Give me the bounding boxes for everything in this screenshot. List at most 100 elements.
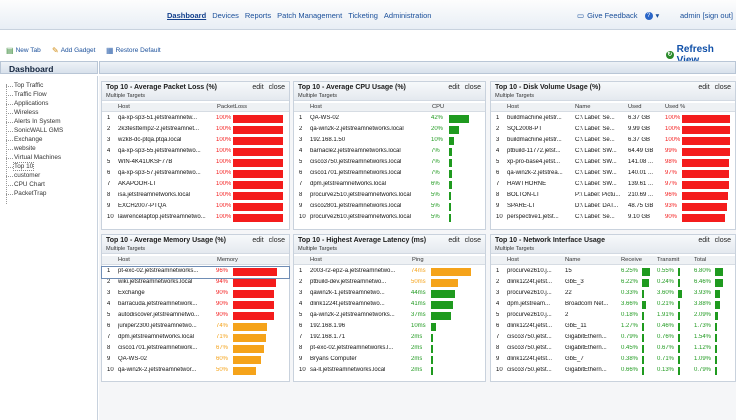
table-row[interactable]: 2 qa-win2k-2.jetstreamnetworks.local 20%	[294, 125, 485, 136]
table-row[interactable]: 3 Exchange 90%	[102, 289, 289, 300]
col-name[interactable]: Name	[575, 104, 590, 110]
table-row[interactable]: 7 dpm.jetstreamnetworks.local 71%	[102, 333, 289, 344]
close-link[interactable]: close	[465, 84, 481, 91]
tree-item-applications[interactable]: Applications	[5, 100, 48, 107]
restore-default-button[interactable]: ▦ Restore Default	[106, 46, 161, 55]
table-row[interactable]: 9 dlink1224t.jetst... GbE_7 0.38% 0.71% 1.09%	[491, 355, 735, 366]
table-row[interactable]: 2 ptbuild-dev.jetstreamnetwo... 50ms	[294, 278, 485, 289]
tree-item-alerts[interactable]: Alerts In System	[6, 118, 61, 125]
table-row[interactable]: 5 qa-win2k-2.jetstreamnetworks... 37ms	[294, 311, 485, 322]
col-host[interactable]: Host	[118, 257, 130, 263]
table-row[interactable]: 2 dlink1224t.jetst... GbE_3 6.22% 0.24% 6.46%	[491, 278, 735, 289]
col-total[interactable]: Total	[694, 257, 706, 263]
col-transmit[interactable]: Transmit	[657, 257, 679, 263]
col-ping[interactable]: Ping	[412, 257, 424, 263]
close-link[interactable]: close	[269, 84, 285, 91]
nav-patch-management[interactable]: Patch Management	[277, 11, 342, 20]
table-row[interactable]: 10 procurve2610.jetstreamnetworks.local 5%	[294, 213, 485, 224]
table-row[interactable]: 7 AKAPOOR-LT 100%	[102, 180, 289, 191]
table-row[interactable]: 1 pt-exc-02.jetstreamnetworks... 96%	[101, 266, 290, 279]
edit-link[interactable]: edit	[252, 84, 263, 91]
table-row[interactable]: 6 juniper2300.jetstreamnetwo... 74%	[102, 322, 289, 333]
table-row[interactable]: 3 192.168.1.50 10%	[294, 136, 485, 147]
table-row[interactable]: 4 ptbuild-11772.jetst... C:\ Label: SW... 6…	[491, 147, 735, 158]
table-row[interactable]: 6 dlink1224t.jetst... GbE_11 1.27% 0.46% 1.73…	[491, 322, 735, 333]
table-row[interactable]: 5 xp-pro-base4.jetst... C:\ Label: SW... 14…	[491, 158, 735, 169]
edit-link[interactable]: edit	[448, 84, 459, 91]
tree-item-website[interactable]: website	[6, 145, 36, 152]
table-row[interactable]: 8 procurve2510.jetstreamnetworks.local 5%	[294, 191, 485, 202]
table-row[interactable]: 3 buildmachine.jetstr... C:\ Label: Se... 6…	[491, 136, 735, 147]
nav-dashboard[interactable]: Dashboard	[167, 11, 206, 20]
table-row[interactable]: 7 192.168.1.71 2ms	[294, 333, 485, 344]
table-row[interactable]: 7 cisco3750.jetst... GigabitEthern... 0.79%…	[491, 333, 735, 344]
tree-item-sonicwall[interactable]: SonicWALL GMS	[5, 127, 63, 134]
col-used[interactable]: Used	[628, 104, 642, 110]
table-row[interactable]: 10 cisco3750.jetst... GigabitEthern... 0.66…	[491, 366, 735, 377]
nav-reports[interactable]: Reports	[245, 11, 271, 20]
tree-item-traffic-flow[interactable]: Traffic Flow	[6, 91, 47, 98]
col-host[interactable]: Host	[507, 257, 519, 263]
table-row[interactable]: 6 192.168.1.96 10ms	[294, 322, 485, 333]
close-link[interactable]: close	[269, 237, 285, 244]
col-memory[interactable]: Memory	[217, 257, 238, 263]
tree-item-cpu-chart[interactable]: CPU Chart	[6, 181, 45, 188]
tree-item-exchange[interactable]: Exchange	[5, 136, 42, 143]
table-row[interactable]: 3 procurve2610.j... 22 0.33% 3.60% 3.93%	[491, 289, 735, 300]
table-row[interactable]: 5 autodiscover.jetstreamnetwo... 90%	[102, 311, 289, 322]
table-row[interactable]: 1 buildmachine.jetstr... C:\ Label: Se... 6…	[491, 114, 735, 125]
table-row[interactable]: 5 procurve2610.j... 2 0.18% 1.91% 2.09%	[491, 311, 735, 322]
table-row[interactable]: 5 cisco3750.jetstreamnetworks.local 7%	[294, 158, 485, 169]
table-row[interactable]: 3 qawin2k-1.jetstreamnetwo... 44ms	[294, 289, 485, 300]
col-used-pct[interactable]: Used %	[665, 104, 685, 110]
tree-item-wireless[interactable]: Wireless	[6, 109, 39, 116]
table-row[interactable]: 9 Bryans Computer 2ms	[294, 355, 485, 366]
table-row[interactable]: 10 qa-win2k-2.jetstreamnetwor... 50%	[102, 366, 289, 377]
table-row[interactable]: 1 QA-WS-02 42%	[294, 114, 485, 125]
close-link[interactable]: close	[465, 237, 481, 244]
table-row[interactable]: 7 dpm.jetstreamnetworks.local 6%	[294, 180, 485, 191]
table-row[interactable]: 9 QA-WS-02 60%	[102, 355, 289, 366]
table-row[interactable]: 4 qa-xp-sp3-55.jetstreamnetwo... 100%	[102, 147, 289, 158]
close-link[interactable]: close	[715, 84, 731, 91]
col-host[interactable]: Host	[118, 104, 130, 110]
add-gadget-button[interactable]: ✎ Add Gadget	[52, 46, 95, 55]
table-row[interactable]: 6 qa-win2k-2.jetstrea... C:\ Label: SW... 1…	[491, 169, 735, 180]
table-row[interactable]: 3 w2k8-dc-ptqa.ptqa.local 100%	[102, 136, 289, 147]
table-row[interactable]: 8 isa.jetstreamnetworks.local 100%	[102, 191, 289, 202]
table-row[interactable]: 1 qa-xp-sp3-51.jetstreamnetw... 100%	[102, 114, 289, 125]
table-row[interactable]: 8 pt-exc-02.jetstreamnetworks.l... 2ms	[294, 344, 485, 355]
user-signout-link[interactable]: admin [sign out]	[680, 11, 733, 20]
tree-item-top10[interactable]: Top 10	[5, 162, 35, 171]
table-row[interactable]: 8 cisco1701.jetstreamnetwork... 67%	[102, 344, 289, 355]
table-row[interactable]: 9 EXCH2007-PTQA 100%	[102, 202, 289, 213]
table-row[interactable]: 10 sa-ll.jetstreamnetworks.local 2ms	[294, 366, 485, 377]
table-row[interactable]: 10 lawrencelaptop.jetstreamnetwo... 100%	[102, 213, 289, 224]
col-packetloss[interactable]: PacketLoss	[217, 104, 247, 110]
nav-ticketing[interactable]: Ticketing	[348, 11, 378, 20]
col-host[interactable]: Host	[507, 104, 519, 110]
table-row[interactable]: 6 qa-xp-sp3-57.jetstreamnetwo... 100%	[102, 169, 289, 180]
table-row[interactable]: 10 perspective1.jetst... C:\ Label: Se... 9…	[491, 213, 735, 224]
tree-item-virtual-machines[interactable]: Virtual Machines	[5, 154, 61, 161]
table-row[interactable]: 8 BOLTON-LT P:\ Label: Pictu... 210.69 ... 9…	[491, 191, 735, 202]
table-row[interactable]: 6 cisco1701.jetstreamnetworks.local 7%	[294, 169, 485, 180]
table-row[interactable]: 1 procurve2610.j... 15 6.25% 0.55% 6.80%	[491, 267, 735, 278]
edit-link[interactable]: edit	[448, 237, 459, 244]
table-row[interactable]: 4 dpm.jetstream... Broadcom Net... 3.66% 0.2…	[491, 300, 735, 311]
table-row[interactable]: 4 barnacle2.jetstreamnetworks.local 7%	[294, 147, 485, 158]
table-row[interactable]: 2 2k3testtemp2-2.jetstreamnet... 100%	[102, 125, 289, 136]
table-row[interactable]: 1 2003-r2-ep2-a.jetstreamnetwo... 74ms	[294, 267, 485, 278]
close-link[interactable]: close	[715, 237, 731, 244]
table-row[interactable]: 9 SPARE-LT D:\ Label: DAT... 48.75 GB 93%	[491, 202, 735, 213]
edit-link[interactable]: edit	[698, 237, 709, 244]
table-row[interactable]: 9 cisco2801.jetstreamnetworks.local 5%	[294, 202, 485, 213]
table-row[interactable]: 2 SQL2008-PT C:\ Label: Se... 9.99 GB 100%	[491, 125, 735, 136]
help-icon[interactable]: ?	[644, 11, 653, 20]
col-host[interactable]: Host	[310, 104, 322, 110]
tree-item-packettrap[interactable]: PacketTrap	[5, 190, 46, 197]
table-row[interactable]: 2 wiki.jetstreamnetworks.local 94%	[102, 278, 289, 289]
edit-link[interactable]: edit	[698, 84, 709, 91]
table-row[interactable]: 8 cisco3750.jetst... GigabitEthern... 0.45%…	[491, 344, 735, 355]
help-dropdown-icon[interactable]: ▾	[656, 11, 660, 20]
